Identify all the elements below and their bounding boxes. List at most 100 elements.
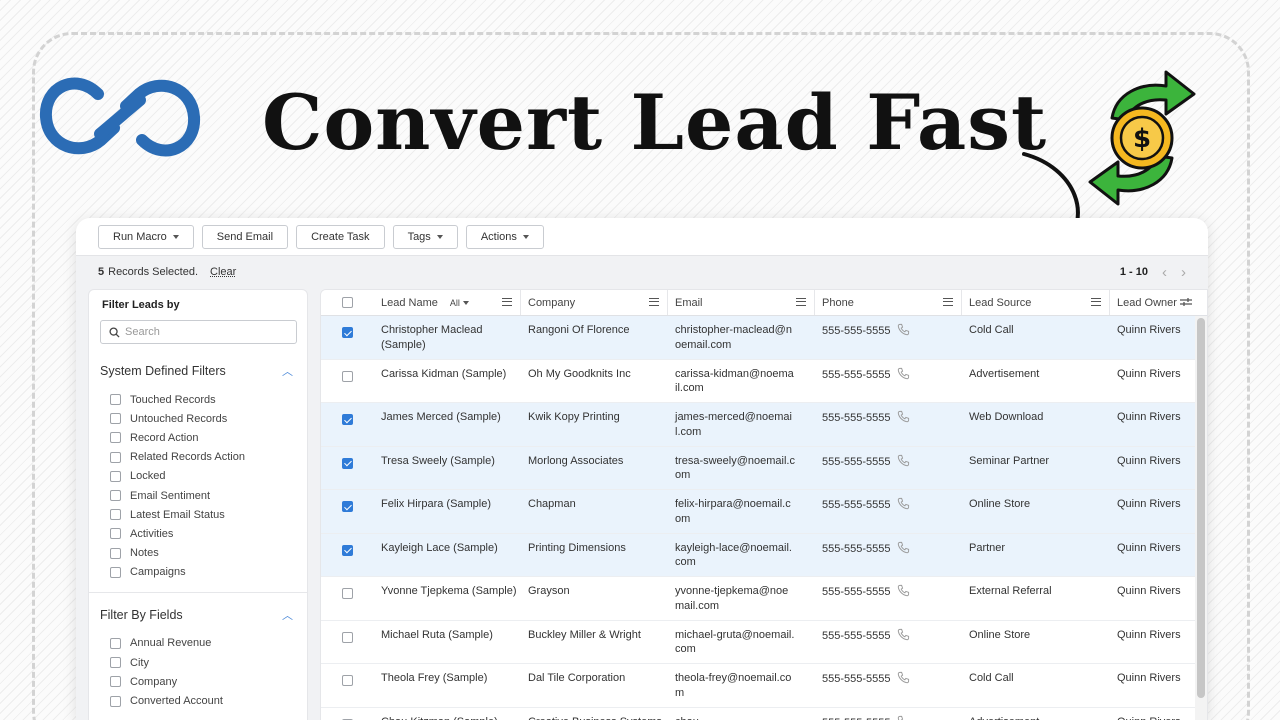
row-checkbox[interactable] — [342, 371, 353, 382]
lead-name-cell[interactable]: James Merced (Sample) — [374, 403, 521, 446]
phone-icon[interactable] — [897, 628, 910, 641]
run-macro-button[interactable]: Run Macro — [98, 225, 194, 249]
phone-icon[interactable] — [897, 584, 910, 597]
phone-icon[interactable] — [897, 497, 910, 510]
row-checkbox[interactable] — [342, 632, 353, 643]
column-header-lead-source[interactable]: Lead Source — [962, 290, 1110, 315]
row-checkbox[interactable] — [342, 501, 353, 512]
filter-item[interactable]: Email Sentiment — [110, 486, 307, 505]
row-checkbox[interactable] — [342, 675, 353, 686]
lead-name-cell[interactable]: Carissa Kidman (Sample) — [374, 360, 521, 403]
column-header-phone[interactable]: Phone — [815, 290, 962, 315]
all-filter-dropdown[interactable]: All — [450, 296, 469, 311]
filter-checkbox[interactable] — [110, 567, 121, 578]
email-cell[interactable]: felix-hirpara@noemail.com — [668, 490, 815, 533]
lead-name-cell[interactable]: Yvonne Tjepkema (Sample) — [374, 577, 521, 620]
table-row[interactable]: Christopher Maclead (Sample) Rangoni Of F… — [321, 316, 1207, 360]
phone-icon[interactable] — [897, 323, 910, 336]
column-menu-icon[interactable] — [1091, 298, 1101, 306]
row-checkbox[interactable] — [342, 327, 353, 338]
email-cell[interactable]: kayleigh-lace@noemail.com — [668, 534, 815, 577]
table-row[interactable]: Kayleigh Lace (Sample) Printing Dimension… — [321, 534, 1207, 578]
column-header-company[interactable]: Company — [521, 290, 668, 315]
filter-item[interactable]: Untouched Records — [110, 409, 307, 428]
next-page-button[interactable]: › — [1181, 264, 1186, 281]
email-cell[interactable]: yvonne-tjepkema@noemail.com — [668, 577, 815, 620]
filter-search-input[interactable]: Search — [100, 320, 297, 344]
tags-button[interactable]: Tags — [393, 225, 458, 249]
lead-name-cell[interactable]: Chau Kitzman (Sample) — [374, 708, 521, 720]
field-filters-header[interactable]: Filter By Fields ︿ — [89, 603, 307, 627]
filter-checkbox[interactable] — [110, 490, 121, 501]
filter-checkbox[interactable] — [110, 548, 121, 559]
email-cell[interactable]: james-merced@noemail.com — [668, 403, 815, 446]
filter-checkbox[interactable] — [110, 657, 121, 668]
email-cell[interactable]: tresa-sweely@noemail.com — [668, 447, 815, 490]
vertical-scrollbar[interactable] — [1195, 316, 1207, 720]
create-task-button[interactable]: Create Task — [296, 225, 385, 249]
filter-checkbox[interactable] — [110, 432, 121, 443]
filter-item[interactable]: Notes — [110, 544, 307, 563]
filter-item[interactable]: Annual Revenue — [110, 634, 307, 653]
column-menu-icon[interactable] — [502, 298, 512, 306]
filter-checkbox[interactable] — [110, 413, 121, 424]
filter-checkbox[interactable] — [110, 528, 121, 539]
table-row[interactable]: Carissa Kidman (Sample) Oh My Goodknits I… — [321, 360, 1207, 404]
page-range[interactable]: 1 - 10 — [1120, 266, 1148, 278]
column-header-email[interactable]: Email — [668, 290, 815, 315]
lead-name-cell[interactable]: Christopher Maclead (Sample) — [374, 316, 521, 359]
filter-checkbox[interactable] — [110, 471, 121, 482]
email-cell[interactable]: chau- — [668, 708, 815, 720]
column-config-icon[interactable] — [1180, 297, 1192, 307]
phone-icon[interactable] — [897, 541, 910, 554]
select-all-checkbox[interactable] — [342, 297, 353, 308]
filter-item[interactable]: Activities — [110, 524, 307, 543]
column-menu-icon[interactable] — [943, 298, 953, 306]
filter-item[interactable]: Related Records Action — [110, 448, 307, 467]
system-filters-header[interactable]: System Defined Filters ︿ — [89, 359, 307, 383]
filter-item[interactable]: Campaigns — [110, 563, 307, 582]
lead-name-cell[interactable]: Michael Ruta (Sample) — [374, 621, 521, 664]
column-header-lead-name[interactable]: Lead Name All — [374, 290, 521, 315]
column-menu-icon[interactable] — [796, 298, 806, 306]
lead-name-cell[interactable]: Kayleigh Lace (Sample) — [374, 534, 521, 577]
table-row[interactable]: Michael Ruta (Sample) Buckley Miller & Wr… — [321, 621, 1207, 665]
table-row[interactable]: Yvonne Tjepkema (Sample) Grayson yvonne-tj… — [321, 577, 1207, 621]
clear-selection-link[interactable]: Clear — [210, 266, 236, 278]
filter-item[interactable]: Company — [110, 672, 307, 691]
actions-button[interactable]: Actions — [466, 225, 544, 249]
prev-page-button[interactable]: ‹ — [1162, 264, 1167, 281]
email-cell[interactable]: christopher-maclead@noemail.com — [668, 316, 815, 359]
phone-icon[interactable] — [897, 367, 910, 380]
table-row[interactable]: Tresa Sweely (Sample) Morlong Associates t… — [321, 447, 1207, 491]
lead-name-cell[interactable]: Felix Hirpara (Sample) — [374, 490, 521, 533]
filter-checkbox[interactable] — [110, 676, 121, 687]
lead-name-cell[interactable]: Theola Frey (Sample) — [374, 664, 521, 707]
phone-icon[interactable] — [897, 454, 910, 467]
phone-icon[interactable] — [897, 410, 910, 423]
row-checkbox[interactable] — [342, 545, 353, 556]
filter-checkbox[interactable] — [110, 452, 121, 463]
column-menu-icon[interactable] — [649, 298, 659, 306]
filter-item[interactable]: Locked — [110, 467, 307, 486]
phone-icon[interactable] — [897, 671, 910, 684]
filter-checkbox[interactable] — [110, 394, 121, 405]
filter-item[interactable]: Latest Email Status — [110, 505, 307, 524]
send-email-button[interactable]: Send Email — [202, 225, 288, 249]
scrollbar-thumb[interactable] — [1197, 318, 1205, 698]
filter-checkbox[interactable] — [110, 509, 121, 520]
filter-checkbox[interactable] — [110, 638, 121, 649]
row-checkbox[interactable] — [342, 588, 353, 599]
email-cell[interactable]: theola-frey@noemail.com — [668, 664, 815, 707]
filter-item[interactable]: Record Action — [110, 428, 307, 447]
row-checkbox[interactable] — [342, 414, 353, 425]
filter-checkbox[interactable] — [110, 696, 121, 707]
table-row[interactable]: Felix Hirpara (Sample) Chapman felix-hirpa… — [321, 490, 1207, 534]
phone-icon[interactable] — [897, 715, 910, 720]
filter-item[interactable]: Converted Account — [110, 691, 307, 710]
table-row[interactable]: James Merced (Sample) Kwik Kopy Printing j… — [321, 403, 1207, 447]
row-checkbox[interactable] — [342, 458, 353, 469]
filter-item[interactable]: City — [110, 653, 307, 672]
filter-item[interactable]: Touched Records — [110, 390, 307, 409]
table-row[interactable]: Theola Frey (Sample) Dal Tile Corporation… — [321, 664, 1207, 708]
